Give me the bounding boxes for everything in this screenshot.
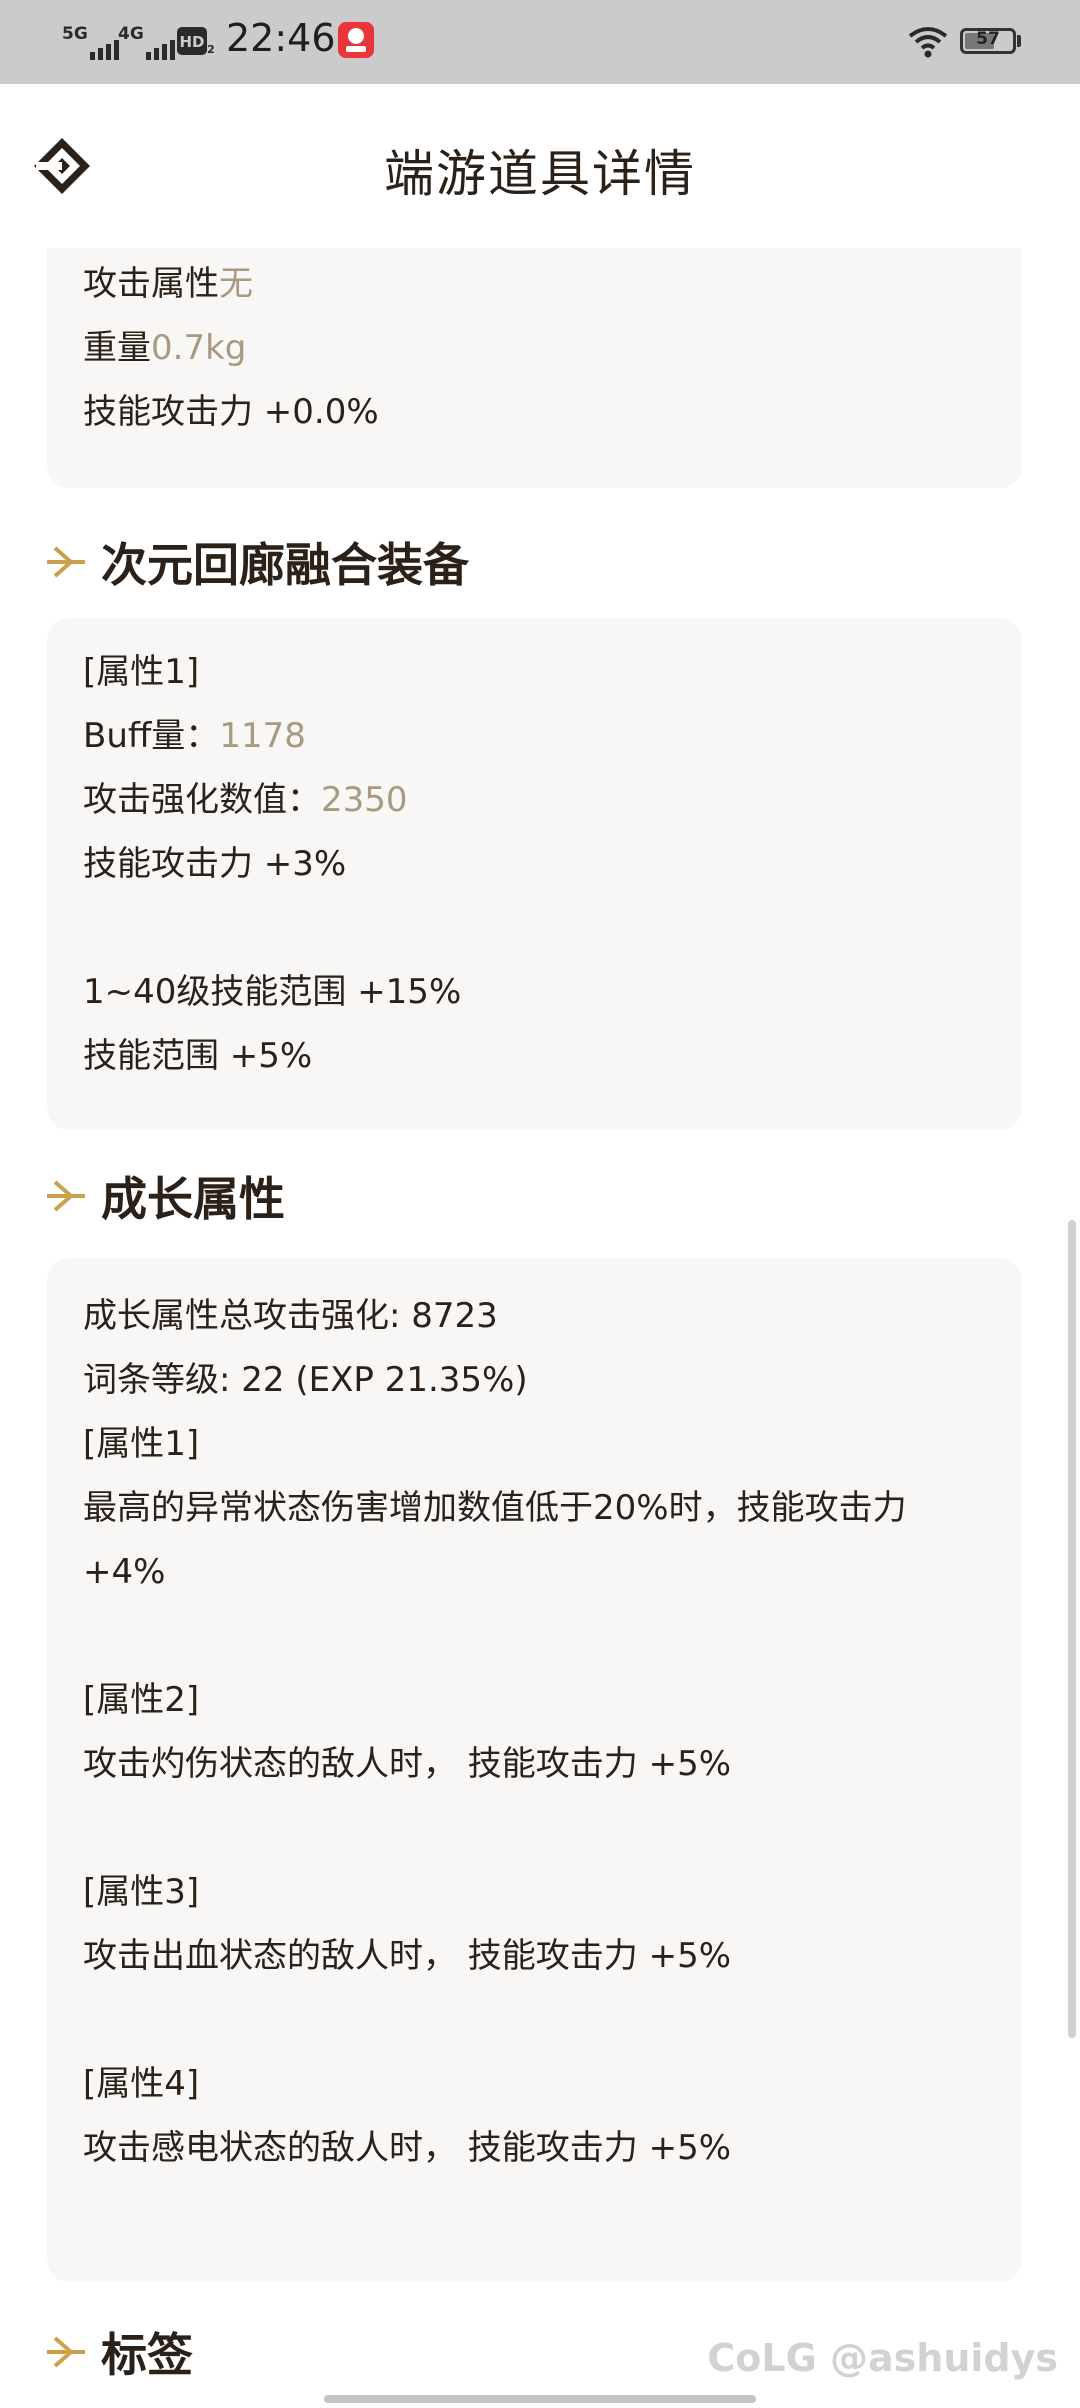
attribute-3-text: 攻击出血状态的敌人时， 技能攻击力 +5% [83, 1936, 732, 1976]
page-title: 端游道具详情 [384, 145, 696, 203]
svg-text:2: 2 [207, 43, 215, 56]
attack-enhance-label: 攻击强化数值： [83, 780, 321, 820]
item-detail-content[interactable]: 攻击属性无 重量0.7kg 技能攻击力 +0.0% 次元回廊融合装备 [属性1]… [0, 248, 1080, 2408]
status-bar: 5G 4G HD 2 22:46 57 [0, 0, 1080, 84]
section-arrow-icon [47, 546, 85, 578]
skill-attack-row: 技能攻击力 +0.0% [83, 392, 379, 432]
weight-value: 0.7kg [151, 328, 247, 368]
fusion-equipment-card: [属性1] Buff量：1178 攻击强化数值：2350 技能攻击力 +3% 1… [47, 618, 1022, 1130]
signal-5g-icon: 5G [62, 20, 119, 60]
hd-voice-icon: HD 2 [177, 27, 215, 56]
growth-total-enhance-row: 成长属性总攻击强化: 8723 [83, 1296, 498, 1336]
watermark: CoLG @ashuidys [707, 2336, 1058, 2380]
weight-label: 重量 [83, 328, 151, 368]
attribute-4-text: 攻击感电状态的敌人时， 技能攻击力 +5% [83, 2128, 732, 2168]
network-type-label: 5G [62, 24, 88, 44]
attribute-header: [属性4] [83, 2064, 200, 2104]
attribute-header: [属性1] [83, 652, 200, 692]
attribute-header: [属性1] [83, 1424, 200, 1464]
skill-range-1-40-row: 1~40级技能范围 +15% [83, 972, 462, 1012]
wifi-icon [908, 27, 948, 58]
attribute-header: [属性2] [83, 1680, 200, 1720]
attack-enhance-value: 2350 [321, 780, 408, 820]
attribute-2-text: 攻击灼伤状态的敌人时， 技能攻击力 +5% [83, 1744, 732, 1784]
section-arrow-icon [47, 2336, 85, 2368]
attack-attribute-label: 攻击属性 [83, 264, 219, 304]
buff-value: 1178 [219, 716, 306, 756]
skill-attack-row: 技能攻击力 +3% [83, 844, 347, 884]
signal-4g-icon: 4G [118, 20, 175, 60]
section-arrow-icon [47, 1180, 85, 1212]
app-header: 端游道具详情 [0, 84, 1080, 248]
growth-level-row: 词条等级: 22 (EXP 21.35%) [83, 1360, 528, 1400]
svg-text:HD: HD [179, 33, 204, 51]
attack-attribute-row: 攻击属性无 [83, 252, 1022, 316]
attack-enhance-row: 攻击强化数值：2350 [83, 768, 1022, 832]
battery-percent: 57 [976, 29, 1000, 49]
section-title: 标签 [101, 2328, 193, 2382]
section-title: 成长属性 [101, 1172, 285, 1226]
skill-range-row: 技能范围 +5% [83, 1036, 313, 1076]
battery-icon: 57 [960, 28, 1016, 54]
buff-label: Buff量： [83, 716, 220, 756]
home-indicator[interactable] [324, 2395, 756, 2403]
weight-row: 重量0.7kg [83, 316, 1022, 380]
network-type-label: 4G [118, 24, 144, 44]
battery-tip [1017, 35, 1021, 47]
growth-attributes-card: 成长属性总攻击强化: 8723 词条等级: 22 (EXP 21.35%) [属… [47, 1258, 1022, 2282]
attribute-header: [属性3] [83, 1872, 200, 1912]
basic-attributes-card: 攻击属性无 重量0.7kg 技能攻击力 +0.0% [47, 248, 1022, 488]
notification-app-icon [338, 22, 374, 58]
clock: 22:46 [226, 16, 336, 60]
scrollbar[interactable] [1068, 1220, 1076, 2038]
attack-attribute-value: 无 [219, 264, 253, 304]
buff-row: Buff量：1178 [83, 704, 1022, 768]
section-title: 次元回廊融合装备 [101, 538, 469, 592]
attribute-1-text: 最高的异常状态伤害增加数值低于20%时，技能攻击力+4% [83, 1488, 907, 1592]
